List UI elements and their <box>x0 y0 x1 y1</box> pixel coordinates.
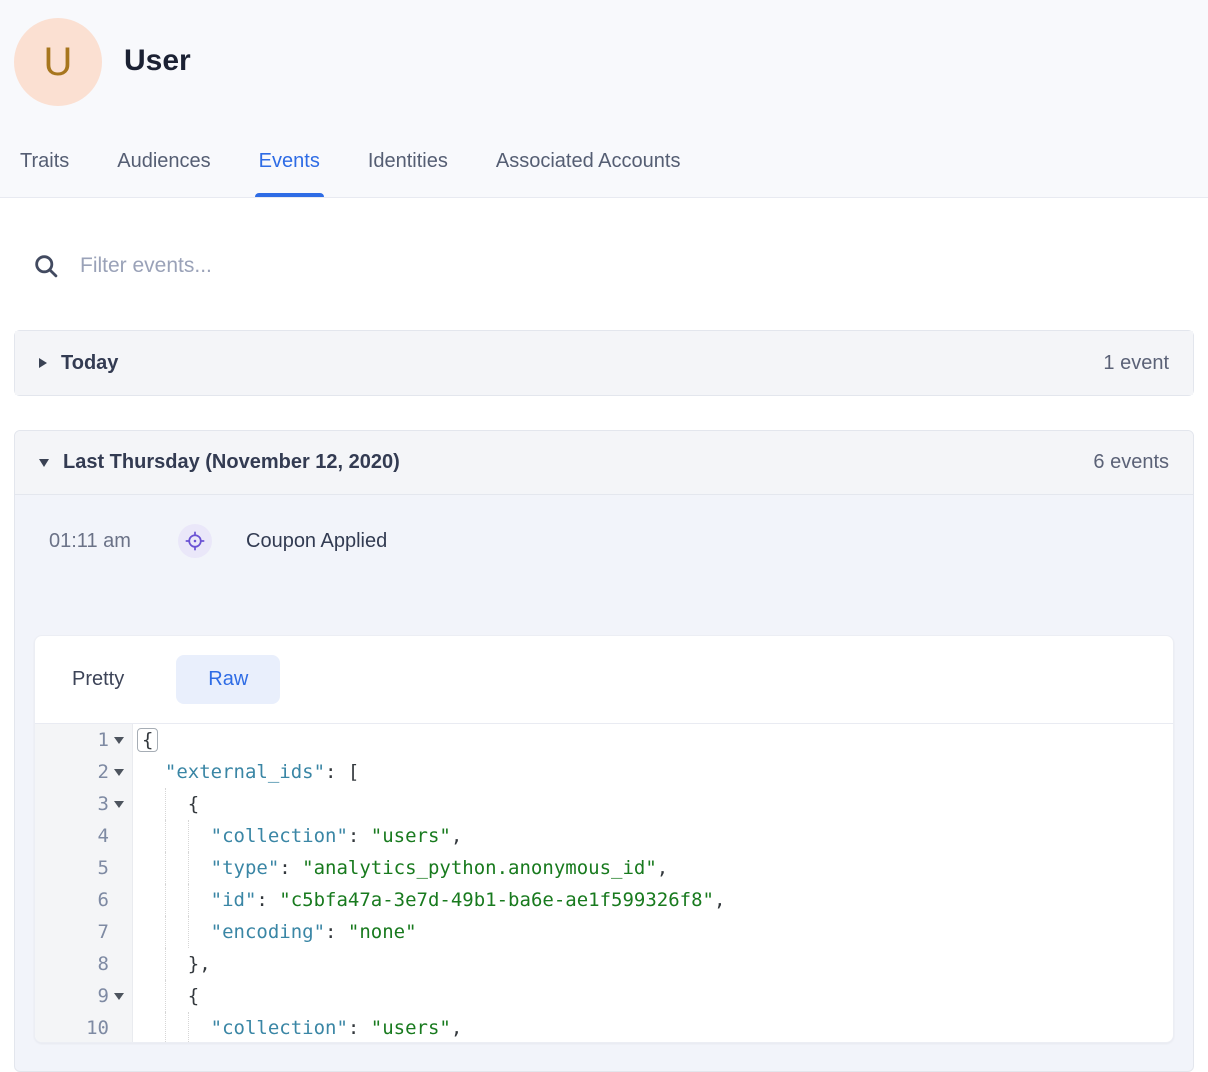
code-line: 8}, <box>35 948 1173 980</box>
code-line: 2"external_ids": [ <box>35 756 1173 788</box>
code-line: 5"type": "analytics_python.anonymous_id"… <box>35 852 1173 884</box>
fold-toggle-icon[interactable] <box>111 724 127 756</box>
tab-events[interactable]: Events <box>259 150 320 197</box>
code-text: "id": "c5bfa47a-3e7d-49b1-ba6e-ae1f59932… <box>132 884 725 916</box>
code-text: "collection": "users", <box>132 820 462 852</box>
filter-events-row <box>32 246 1208 286</box>
tab-associated-accounts[interactable]: Associated Accounts <box>496 150 681 197</box>
tab-audiences[interactable]: Audiences <box>117 150 210 197</box>
line-number: 10 <box>35 1012 132 1043</box>
page-title: User <box>124 44 191 78</box>
event-row-coupon-applied[interactable]: 01:11 am Coupon Applied <box>49 509 1193 573</box>
line-number: 8 <box>35 948 132 980</box>
line-number: 2 <box>35 756 132 788</box>
group-event-count: 1 event <box>1103 352 1169 375</box>
tab-identities[interactable]: Identities <box>368 150 448 197</box>
code-text: "type": "analytics_python.anonymous_id", <box>132 852 668 884</box>
code-line: 9{ <box>35 980 1173 1012</box>
event-time: 01:11 am <box>49 530 146 553</box>
code-text: "collection": "users", <box>132 1012 462 1043</box>
line-number: 6 <box>35 884 132 916</box>
fold-toggle-icon[interactable] <box>111 756 127 788</box>
fold-spacer <box>111 916 127 948</box>
code-text: { <box>132 788 199 820</box>
tab-traits[interactable]: Traits <box>20 150 69 197</box>
event-group-body: 01:11 am Coupon Applied Pretty <box>15 509 1193 1043</box>
code-text: "external_ids": [ <box>132 756 359 788</box>
event-group-last-thursday: Last Thursday (November 12, 2020) 6 even… <box>14 430 1194 1072</box>
events-panel: Today 1 event Last Thursday (November 12… <box>0 246 1208 1072</box>
line-number: 4 <box>35 820 132 852</box>
event-name: Coupon Applied <box>246 530 387 553</box>
fold-spacer <box>111 820 127 852</box>
profile-header: U User Traits Audiences Events Identities As… <box>0 0 1208 198</box>
code-text: }, <box>132 948 211 980</box>
fold-toggle-icon[interactable] <box>111 788 127 820</box>
code-line: 4"collection": "users", <box>35 820 1173 852</box>
code-line: 3{ <box>35 788 1173 820</box>
code-text: { <box>132 980 199 1012</box>
fold-spacer <box>111 852 127 884</box>
fold-spacer <box>111 884 127 916</box>
fold-spacer <box>111 948 127 980</box>
line-number: 3 <box>35 788 132 820</box>
group-label: Last Thursday (November 12, 2020) <box>63 451 400 474</box>
code-line: 7"encoding": "none" <box>35 916 1173 948</box>
code-line: 6"id": "c5bfa47a-3e7d-49b1-ba6e-ae1f5993… <box>35 884 1173 916</box>
group-event-count: 6 events <box>1093 451 1169 474</box>
event-payload-card: Pretty Raw 1{2"external_ids": [3{4"colle… <box>34 635 1174 1043</box>
event-group-today-header[interactable]: Today 1 event <box>15 331 1193 395</box>
avatar-letter: U <box>44 40 73 85</box>
line-number: 5 <box>35 852 132 884</box>
tab-bar: Traits Audiences Events Identities Associate… <box>20 150 680 197</box>
fold-toggle-icon[interactable] <box>111 980 127 1012</box>
code-line: 1{ <box>35 724 1173 756</box>
event-group-today: Today 1 event <box>14 330 1194 396</box>
raw-mode-button[interactable]: Raw <box>176 655 280 704</box>
line-number: 7 <box>35 916 132 948</box>
code-line: 10"collection": "users", <box>35 1012 1173 1043</box>
filter-input[interactable] <box>80 254 680 278</box>
search-icon <box>32 252 60 280</box>
line-number: 9 <box>35 980 132 1012</box>
caret-right-icon <box>39 358 47 368</box>
target-icon <box>178 524 212 558</box>
group-label: Today <box>61 352 118 375</box>
event-group-last-thursday-header[interactable]: Last Thursday (November 12, 2020) 6 even… <box>15 431 1193 495</box>
payload-view-toggle: Pretty Raw <box>35 636 1173 724</box>
code-text: "encoding": "none" <box>132 916 417 948</box>
code-text: { <box>132 724 158 756</box>
caret-down-icon <box>39 459 49 467</box>
json-code-editor: 1{2"external_ids": [3{4"collection": "us… <box>35 724 1173 1043</box>
fold-spacer <box>111 1012 127 1043</box>
line-number: 1 <box>35 724 132 756</box>
avatar: U <box>14 18 102 106</box>
pretty-mode-button[interactable]: Pretty <box>72 668 124 691</box>
